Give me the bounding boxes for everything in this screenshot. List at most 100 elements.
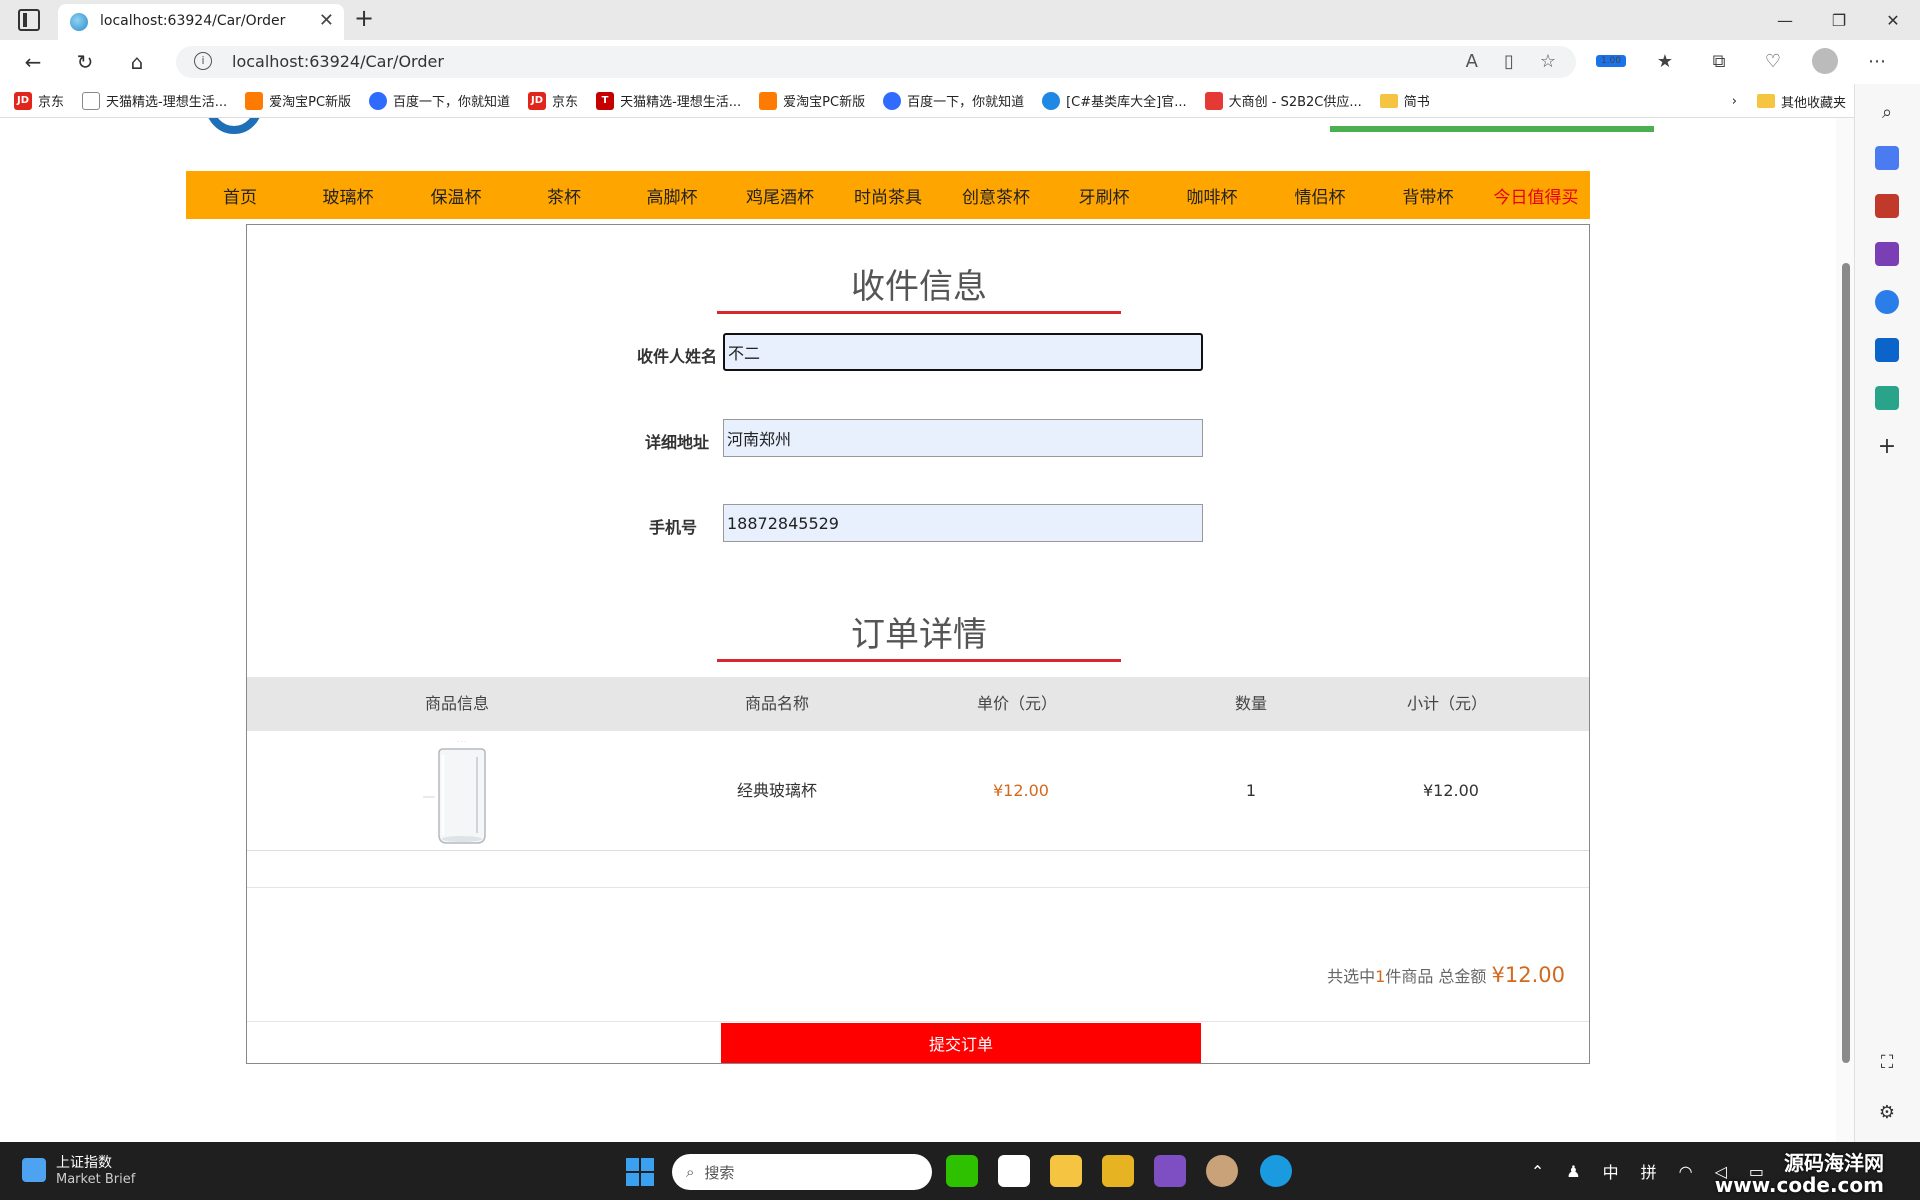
favorites-icon[interactable]: ★	[1650, 51, 1680, 72]
category-tea-set[interactable]: 时尚茶具	[834, 183, 942, 208]
watermark: 源码海洋网 www.code.com	[1715, 1152, 1884, 1196]
drop-icon[interactable]	[1875, 386, 1899, 410]
category-thermos[interactable]: 保温杯	[402, 183, 510, 208]
bookmark-item[interactable]: 爱淘宝PC新版	[245, 91, 351, 110]
market-widget[interactable]: 上证指数 Market Brief	[22, 1152, 135, 1187]
shipping-title-underline	[717, 311, 1121, 314]
bookmark-item[interactable]: T 天猫精选-理想生活...	[596, 91, 741, 110]
shopping-tag-icon[interactable]	[1875, 146, 1899, 170]
bookmark-label: 百度一下，你就知道	[907, 95, 1025, 110]
browser-navbar: ← ↻ ⌂ i localhost:63924/Car/Order A ▯ ☆ …	[0, 40, 1920, 84]
other-favorites-folder[interactable]: 其他收藏夹	[1756, 92, 1846, 111]
edge-browser-icon[interactable]	[1260, 1155, 1292, 1187]
category-coffee[interactable]: 咖啡杯	[1158, 183, 1266, 208]
category-cocktail[interactable]: 鸡尾酒杯	[726, 183, 834, 208]
ime-mode[interactable]: 拼	[1641, 1159, 1657, 1183]
performance-icon[interactable]: ♡	[1758, 51, 1788, 72]
copilot-icon[interactable]	[1875, 290, 1899, 314]
category-couple[interactable]: 情侣杯	[1266, 183, 1374, 208]
reader-view-icon[interactable]: ▯	[1504, 51, 1514, 72]
back-icon[interactable]: ←	[18, 48, 48, 76]
outlook-icon[interactable]	[1875, 338, 1899, 362]
bookmark-item[interactable]: [C#基类库大全]官...	[1042, 91, 1187, 110]
more-menu-icon[interactable]: ⋯	[1862, 51, 1892, 72]
watermark-url: www.code.com	[1714, 1173, 1884, 1197]
visual-studio-icon[interactable]	[1154, 1155, 1186, 1187]
bookmark-item[interactable]: 大商创 - S2B2C供应...	[1204, 91, 1362, 110]
category-today-deals[interactable]: 今日值得买	[1482, 183, 1590, 208]
category-glass[interactable]: 玻璃杯	[294, 183, 402, 208]
category-home[interactable]: 首页	[186, 183, 294, 208]
product-name[interactable]: 经典玻璃杯	[667, 731, 887, 851]
refresh-icon[interactable]: ↻	[70, 48, 100, 76]
bookmark-item[interactable]: 百度一下，你就知道	[883, 91, 1024, 110]
recipient-name-input[interactable]	[723, 333, 1203, 371]
chevron-right-icon[interactable]: ›	[1732, 94, 1737, 109]
tab-actions-icon[interactable]	[18, 9, 40, 31]
category-goblet[interactable]: 高脚杯	[618, 183, 726, 208]
extension-badge-icon[interactable]: 1.00	[1596, 55, 1626, 67]
new-tab-icon[interactable]: +	[354, 4, 374, 32]
phone-input[interactable]	[723, 504, 1203, 542]
subtotal: ¥12.00	[1423, 781, 1479, 800]
profile-avatar-icon[interactable]	[1812, 48, 1838, 74]
ime-app-icon[interactable]: ♟	[1566, 1162, 1580, 1181]
url-text[interactable]: localhost:63924/Car/Order	[232, 52, 444, 71]
file-explorer-icon[interactable]	[1050, 1155, 1082, 1187]
games-icon[interactable]	[1875, 242, 1899, 266]
add-icon[interactable]: +	[1875, 434, 1899, 459]
gallery-app-icon[interactable]	[998, 1155, 1030, 1187]
bookmark-item[interactable]: 天猫精选-理想生活...	[82, 91, 227, 110]
bookmark-label: 京东	[552, 95, 579, 110]
settings-gear-icon[interactable]: ⚙	[1875, 1100, 1899, 1124]
address-bar[interactable]: i localhost:63924/Car/Order A ▯ ☆	[176, 46, 1576, 78]
read-aloud-icon[interactable]: A	[1466, 51, 1478, 72]
bookmark-item[interactable]: 百度一下，你就知道	[369, 91, 510, 110]
screenshot-icon[interactable]: ⛶	[1875, 1050, 1899, 1074]
site-info-icon[interactable]: i	[194, 52, 212, 70]
scrollbar-thumb[interactable]	[1842, 263, 1850, 1063]
order-title: 订单详情	[851, 615, 987, 655]
add-favorite-icon[interactable]: ☆	[1540, 51, 1556, 72]
bookmark-item[interactable]: 爱淘宝PC新版	[759, 91, 865, 110]
address-input[interactable]	[723, 419, 1203, 457]
category-toothbrush[interactable]: 牙刷杯	[1050, 183, 1158, 208]
taskbar-search[interactable]: ⌕ 搜索	[672, 1154, 932, 1190]
search-icon[interactable]: ⌕	[1875, 100, 1899, 124]
restore-icon[interactable]: ❐	[1812, 0, 1866, 40]
collections-icon[interactable]: ⧉	[1704, 51, 1734, 72]
wifi-icon[interactable]: ◠	[1679, 1162, 1693, 1181]
tools-icon[interactable]	[1875, 194, 1899, 218]
window-close-icon[interactable]: ✕	[1866, 0, 1920, 40]
category-strap[interactable]: 背带杯	[1374, 183, 1482, 208]
dashangchuang-icon	[1204, 91, 1223, 110]
tab-close-icon[interactable]: ✕	[319, 10, 334, 31]
widget-subtitle: Market Brief	[56, 1172, 136, 1187]
submit-order-button[interactable]: 提交订单	[721, 1023, 1201, 1063]
bookmark-label: 其他收藏夹	[1780, 95, 1846, 111]
bookmark-folder[interactable]: 简书	[1379, 91, 1430, 110]
category-creative[interactable]: 创意茶杯	[942, 183, 1050, 208]
start-windows-icon[interactable]	[626, 1158, 654, 1186]
ime-language[interactable]: 中	[1603, 1159, 1619, 1183]
minimize-icon[interactable]: —	[1758, 0, 1812, 40]
game-app-icon[interactable]	[1206, 1155, 1238, 1187]
col-subtotal: 小计（元）	[1406, 694, 1487, 713]
home-icon[interactable]: ⌂	[122, 48, 152, 76]
quantity: 1	[1245, 781, 1257, 800]
baidu-paw-icon	[369, 91, 388, 110]
category-tea-cup[interactable]: 茶杯	[510, 183, 618, 208]
edge-sidebar: ⌕ + ⛶ ⚙	[1854, 84, 1920, 1142]
bookmark-item[interactable]: JD 京东	[14, 91, 64, 110]
product-image[interactable]: · · ·	[407, 735, 517, 847]
wechat-icon[interactable]	[946, 1155, 978, 1187]
dev-tool-icon[interactable]	[1102, 1155, 1134, 1187]
browser-tab-active[interactable]: localhost:63924/Car/Order ✕	[58, 4, 344, 40]
page-scrollbar[interactable]	[1836, 118, 1854, 1142]
name-label: 收件人姓名	[636, 347, 717, 366]
site-favicon-icon	[70, 13, 88, 31]
bookmark-item[interactable]: JD 京东	[528, 91, 578, 110]
category-nav: 首页 玻璃杯 保温杯 茶杯 高脚杯 鸡尾酒杯 时尚茶具 创意茶杯 牙刷杯 咖啡杯…	[186, 171, 1590, 219]
chevron-up-icon[interactable]: ⌃	[1531, 1162, 1544, 1181]
site-logo[interactable]	[206, 118, 262, 134]
